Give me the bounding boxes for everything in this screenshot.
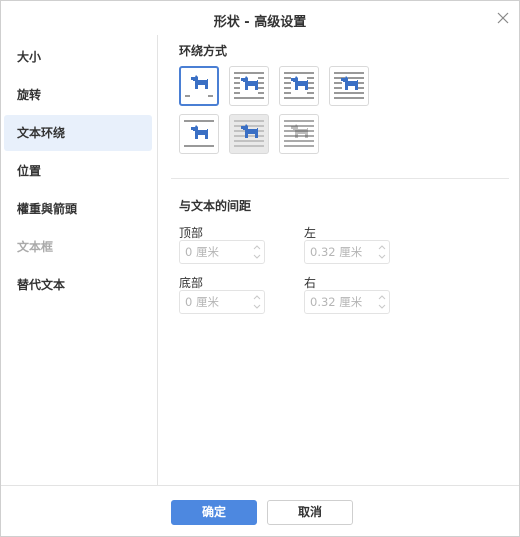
wrap-style-title: 环绕方式	[179, 44, 228, 58]
left-distance-spinner[interactable]	[304, 240, 390, 264]
wrap-tight-button[interactable]	[279, 66, 319, 106]
wrap-top-bottom-button[interactable]	[179, 114, 219, 154]
wrap-tight-icon	[284, 72, 314, 99]
sidebar: 大小 旋转 文本环绕 位置 權重與箭頭 文本框 替代文本	[1, 35, 158, 485]
wrap-inline-icon	[185, 75, 213, 97]
section-divider	[171, 178, 509, 179]
top-distance-label: 顶部	[179, 226, 204, 240]
sidebar-item-text-box: 文本框	[17, 240, 54, 254]
top-distance-input[interactable]	[180, 241, 250, 263]
sidebar-item-position[interactable]: 位置	[4, 153, 152, 189]
right-distance-label: 右	[304, 276, 317, 290]
spinner-arrows-icon[interactable]	[377, 292, 387, 312]
close-icon[interactable]	[495, 10, 511, 26]
ok-button[interactable]: 确定	[171, 500, 257, 525]
bottom-distance-label: 底部	[179, 276, 204, 290]
wrap-behind-icon	[284, 120, 314, 147]
sidebar-item-text-wrapping[interactable]: 文本环绕	[4, 115, 152, 151]
sidebar-item-weights-arrows[interactable]: 權重與箭頭	[4, 191, 152, 227]
spinner-arrows-icon[interactable]	[252, 242, 262, 262]
right-distance-input[interactable]	[305, 291, 375, 313]
dialog-title: 形状 - 高级设置	[213, 15, 307, 30]
top-distance-spinner[interactable]	[179, 240, 265, 264]
sidebar-item-alt-text[interactable]: 替代文本	[4, 267, 152, 303]
left-distance-input[interactable]	[305, 241, 375, 263]
bottom-distance-spinner[interactable]	[179, 290, 265, 314]
wrap-through-icon	[334, 72, 364, 99]
content-panel: 环绕方式 与文本的间距 顶部 0 厘米 左 0.32 厘米 底部 0 厘米 右 …	[159, 35, 519, 485]
wrap-in-front-icon	[234, 120, 264, 147]
wrap-inline-button[interactable]	[179, 66, 219, 106]
sidebar-item-rotation[interactable]: 旋转	[4, 77, 152, 113]
spinner-arrows-icon[interactable]	[377, 242, 387, 262]
distance-title: 与文本的间距	[179, 199, 252, 213]
shape-advanced-settings-dialog: 形状 - 高级设置 大小 旋转 文本环绕 位置 權重與箭頭 文本框 替代文本 环…	[0, 0, 520, 537]
wrap-top-bottom-icon	[184, 120, 214, 147]
title-bar: 形状 - 高级设置	[1, 1, 519, 35]
wrap-through-button[interactable]	[329, 66, 369, 106]
bottom-distance-input[interactable]	[180, 291, 250, 313]
wrap-behind-button	[279, 114, 319, 154]
right-distance-spinner[interactable]	[304, 290, 390, 314]
wrap-square-icon	[234, 72, 264, 99]
cancel-button[interactable]: 取消	[267, 500, 353, 525]
spinner-arrows-icon[interactable]	[252, 292, 262, 312]
dialog-footer: 确定 取消	[1, 485, 519, 536]
wrap-in-front-button	[229, 114, 269, 154]
left-distance-label: 左	[304, 226, 317, 240]
sidebar-item-size[interactable]: 大小	[4, 39, 152, 75]
wrap-square-button[interactable]	[229, 66, 269, 106]
